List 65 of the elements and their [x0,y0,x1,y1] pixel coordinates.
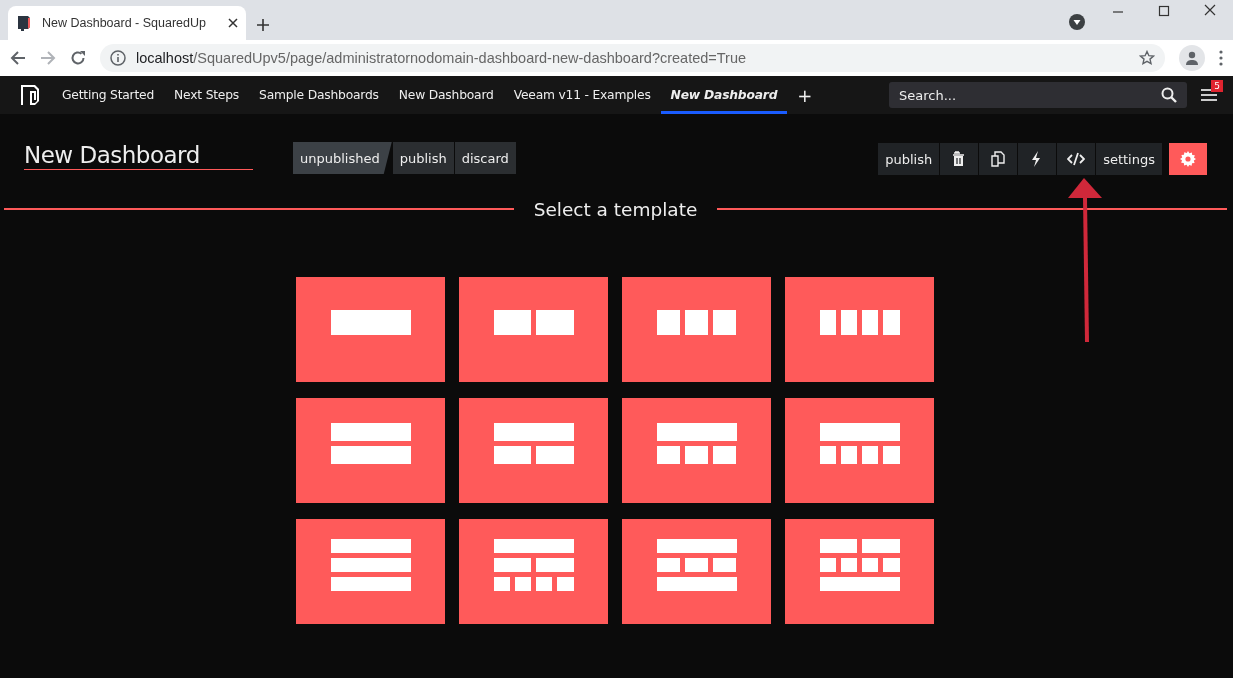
nav-tab[interactable]: Veeam v11 - Examples [503,76,661,114]
more-menu-icon[interactable] [1219,50,1223,66]
nav-tab[interactable]: Getting Started [52,76,165,114]
layout-preview-icon [819,310,900,335]
layout-preview-icon [819,538,900,591]
template-option[interactable] [622,277,771,382]
layout-preview-icon [493,310,574,335]
layout-preview-icon [819,423,900,464]
copy-button[interactable] [979,143,1018,175]
nav-tab[interactable]: Next Steps [164,76,250,114]
status-button[interactable]: unpublished [293,142,392,174]
lightning-button[interactable] [1018,143,1057,175]
layout-preview-icon [656,423,737,464]
settings-button[interactable] [1169,143,1207,175]
info-icon [110,50,126,66]
template-option[interactable] [296,277,445,382]
star-icon[interactable] [1139,50,1155,66]
nav-tab[interactable]: New Dashboard [388,76,504,114]
settings-icon [1180,151,1196,167]
profile-avatar[interactable] [1179,45,1205,71]
template-option[interactable] [622,519,771,624]
reload-icon[interactable] [70,50,86,66]
app-logo-icon[interactable] [20,85,40,105]
menu-icon[interactable] [1201,88,1217,102]
status-button[interactable]: publish [392,142,454,174]
template-option[interactable] [785,277,934,382]
code-icon [1067,151,1086,167]
tab-title: New Dashboard - SquaredUp [42,16,207,30]
template-option[interactable] [622,398,771,503]
layout-preview-icon [493,538,574,591]
layout-preview-icon [656,538,737,591]
search-field[interactable]: Search... [889,82,1187,108]
layout-preview-icon [330,538,411,591]
address-bar[interactable]: localhost/SquaredUpv5/page/administratornodomain-dashboard-new-dashboard?created=True [100,44,1165,72]
media-control-icon[interactable] [1069,14,1085,30]
nav-tab[interactable]: Sample Dashboards [249,76,389,114]
nav-tab[interactable]: New Dashboard [660,76,788,114]
template-option[interactable] [459,398,608,503]
delete-button[interactable] [940,143,979,175]
copy-icon [990,151,1007,167]
notification-badge: 5 [1211,80,1223,92]
toolbar-button[interactable]: publish [878,143,940,175]
template-option[interactable] [785,519,934,624]
app-logo-icon [16,15,32,31]
status-button[interactable]: discard [454,142,516,174]
template-option[interactable] [459,277,608,382]
layout-preview-icon [493,423,574,464]
section-heading: Select a template [533,198,698,220]
dashboard-title[interactable]: New Dashboard [24,142,253,170]
template-option[interactable] [785,398,934,503]
template-option[interactable] [459,519,608,624]
layout-preview-icon [330,310,411,335]
person-icon [1185,51,1199,65]
search-icon[interactable] [1161,87,1177,103]
add-tab-button[interactable]: + [787,76,823,114]
back-icon[interactable] [10,50,26,66]
layout-preview-icon [330,423,411,464]
browser-tab[interactable]: New Dashboard - SquaredUp [8,6,246,40]
new-tab-icon[interactable] [256,18,270,32]
layout-preview-icon [656,310,737,335]
close-icon[interactable] [228,18,238,28]
code-button[interactable] [1057,143,1096,175]
template-option[interactable] [296,519,445,624]
template-option[interactable] [296,398,445,503]
toolbar-button[interactable]: settings [1096,143,1162,175]
